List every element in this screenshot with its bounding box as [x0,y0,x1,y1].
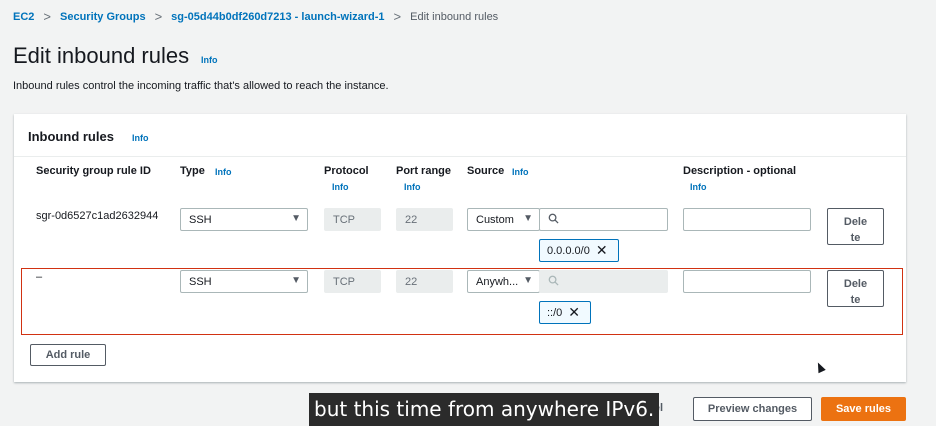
col-type: Type [180,165,205,177]
description-input[interactable] [683,208,811,231]
search-icon [548,213,559,224]
source-info-link[interactable]: Info [512,167,529,177]
col-port-range: Port range [396,165,452,177]
caret-down-icon: ▼ [523,213,533,224]
breadcrumb: EC2 > Security Groups > sg-05d44b0df260d… [13,9,498,24]
protocol-field: TCP [324,208,381,231]
video-caption: but this time from anywhere IPv6. [309,393,660,426]
breadcrumb-security-groups[interactable]: Security Groups [60,11,146,23]
inbound-rules-panel: Inbound rules Info Security group rule I… [14,114,906,382]
col-source: Source [467,165,505,177]
chevron-right-icon: > [393,9,402,24]
col-rule-id: Security group rule ID [36,165,151,177]
breadcrumb-ec2[interactable]: EC2 [13,11,34,23]
type-select[interactable]: SSH ▼ [180,208,308,231]
caret-down-icon: ▼ [291,213,301,224]
col-protocol: Protocol [324,165,369,177]
description-info-link[interactable]: Info [690,182,707,192]
cidr-token: 0.0.0.0/0 ✕ [539,239,619,262]
delete-button[interactable]: Dele te [827,208,884,245]
save-rules-button[interactable]: Save rules [821,397,906,421]
type-select-value: SSH [189,214,212,226]
title-info-link[interactable]: Info [201,55,218,65]
close-icon[interactable]: ✕ [596,243,608,257]
page-title: Edit inbound rules [13,43,190,68]
chevron-right-icon: > [154,9,163,24]
source-select-value: Custom [476,214,514,226]
panel-title: Inbound rules [28,129,114,144]
port-range-field: 22 [396,208,453,231]
delete-label-line1: Dele [843,216,868,228]
source-select[interactable]: Custom ▼ [467,208,540,231]
cidr-search-input[interactable] [539,208,668,231]
add-rule-button[interactable]: Add rule [30,344,106,366]
preview-changes-button[interactable]: Preview changes [693,397,812,421]
breadcrumb-current: Edit inbound rules [410,10,499,23]
chevron-right-icon: > [43,9,51,24]
highlight-annotation-box [21,268,903,335]
port-info-link[interactable]: Info [404,182,421,192]
protocol-info-link[interactable]: Info [332,182,349,192]
cidr-token-value: 0.0.0.0/0 [547,244,590,257]
delete-label-line2: te [850,232,861,244]
page-description: Inbound rules control the incoming traff… [13,80,389,92]
rule-id-cell: sgr-0d6527c1ad2632944 [36,210,159,222]
panel-divider [14,156,906,157]
col-description: Description - optional [683,165,797,177]
type-info-link[interactable]: Info [215,167,232,177]
breadcrumb-security-group[interactable]: sg-05d44b0df260d7213 - launch-wizard-1 [171,11,384,23]
panel-info-link[interactable]: Info [132,133,149,143]
